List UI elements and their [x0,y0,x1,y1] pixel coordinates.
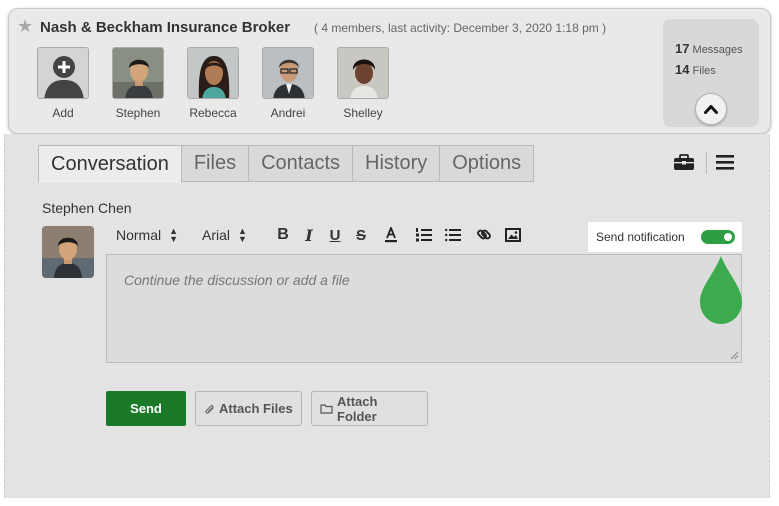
font-value: Arial [202,227,231,243]
member-add[interactable]: Add [35,47,91,120]
folder-icon [320,403,333,414]
member-name: Shelley [343,106,383,120]
paperclip-icon [204,403,215,415]
member-list: Add Stephen Rebecca Andrei Shelley [35,47,391,120]
group-meta: ( 4 members, last activity: December 3, … [314,21,607,35]
member-name: Stephen [115,106,161,120]
member-andrei[interactable]: Andrei [260,47,316,120]
member-shelley[interactable]: Shelley [335,47,391,120]
member-name: Add [52,106,74,120]
files-label: Files [692,65,716,77]
avatar[interactable] [337,47,389,99]
send-button[interactable]: Send [106,391,186,426]
author-avatar [42,226,94,278]
files-count: 14 [675,62,690,77]
ordered-list-icon[interactable] [408,224,440,246]
tab-bar: Conversation Files Contacts History Opti… [38,145,535,183]
select-arrows-icon: ▲ ▼ [169,226,179,244]
paragraph-format-select[interactable]: Normal ▲ ▼ [106,226,190,244]
tab-conversation[interactable]: Conversation [38,145,182,183]
add-user-icon[interactable] [37,47,89,99]
format-toolbar: Normal ▲ ▼ Arial ▲ ▼ B I U S [106,222,524,248]
tab-contacts[interactable]: Contacts [249,145,354,182]
briefcase-icon[interactable] [673,154,695,171]
tab-options[interactable]: Options [440,145,535,182]
editor-placeholder: Continue the discussion or add a file [124,272,350,288]
underline-icon[interactable]: U [322,224,348,246]
chevron-up-icon [704,105,718,114]
text-color-icon[interactable] [374,224,408,246]
image-icon[interactable] [502,224,524,246]
send-notification-label: Send notification [596,230,685,244]
author-name: Stephen Chen [42,200,132,216]
tab-history[interactable]: History [353,145,441,182]
attach-files-label: Attach Files [219,401,293,416]
select-arrows-icon: ▲ ▼ [238,226,247,244]
tab-files[interactable]: Files [181,145,250,182]
group-name: Nash & Beckham Insurance Broker [40,19,291,36]
message-editor[interactable]: Continue the discussion or add a file [106,254,742,363]
conversation-panel: Conversation Files Contacts History Opti… [4,134,770,498]
water-drop-icon [700,256,742,324]
member-stephen[interactable]: Stephen [110,47,166,120]
hamburger-menu-icon[interactable] [716,155,734,170]
bold-icon[interactable]: B [270,224,296,246]
attach-files-button[interactable]: Attach Files [195,391,302,426]
avatar[interactable] [187,47,239,99]
group-header: ★ Nash & Beckham Insurance Broker ( 4 me… [8,8,771,134]
font-select[interactable]: Arial ▲ ▼ [190,226,270,244]
italic-icon[interactable]: I [296,224,322,246]
files-stat[interactable]: 14 Files [675,62,716,77]
toolbar-divider [706,152,707,174]
member-name: Andrei [270,106,306,120]
member-name: Rebecca [189,106,237,120]
avatar[interactable] [262,47,314,99]
stats-panel: 17 Messages 14 Files [663,19,759,127]
send-notification-control: Send notification [588,222,742,252]
star-icon[interactable]: ★ [17,17,33,35]
messages-count: 17 [675,41,690,56]
collapse-button[interactable] [695,93,727,125]
member-rebecca[interactable]: Rebecca [185,47,241,120]
paragraph-format-value: Normal [116,227,162,243]
toggle-knob [724,233,732,241]
resize-grip-icon[interactable] [730,351,739,360]
strikethrough-icon[interactable]: S [348,224,374,246]
link-icon[interactable] [466,224,502,246]
send-notification-toggle[interactable] [701,230,735,244]
attach-folder-label: Attach Folder [337,393,378,424]
messages-label: Messages [692,44,743,56]
messages-stat[interactable]: 17 Messages [675,41,743,56]
bullet-list-icon[interactable] [440,224,466,246]
attach-folder-button[interactable]: Attach Folder [311,391,428,426]
avatar[interactable] [112,47,164,99]
